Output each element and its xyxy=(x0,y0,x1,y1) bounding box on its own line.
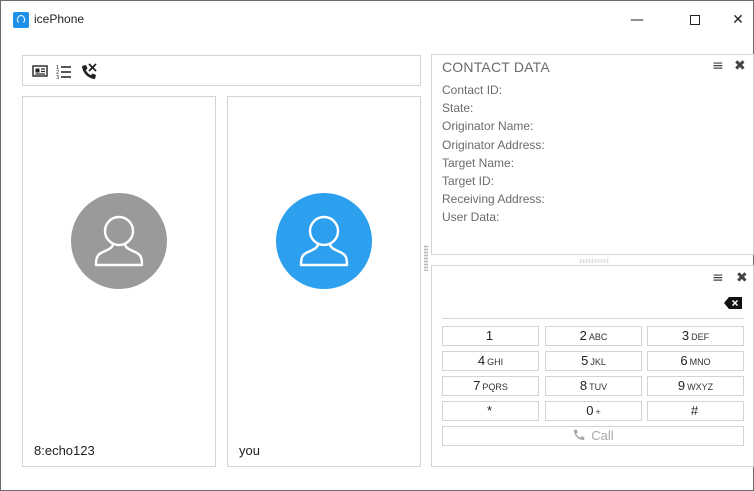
dial-key-4[interactable]: 4 GHI xyxy=(442,351,539,371)
contact-data-panel: CONTACT DATA ≡ ✖ Contact ID: State: Orig… xyxy=(431,54,754,255)
field-user-data: User Data: xyxy=(442,210,500,225)
dial-key-hash[interactable]: # xyxy=(647,401,744,421)
field-state: State: xyxy=(442,101,474,116)
dial-key-6[interactable]: 6 MNO xyxy=(647,351,744,371)
panel-title: CONTACT DATA xyxy=(442,59,550,75)
dial-key-star[interactable]: * xyxy=(442,401,539,421)
person-icon xyxy=(299,215,349,267)
dial-key-2[interactable]: 2 ABC xyxy=(545,326,642,346)
hangup-icon[interactable] xyxy=(79,62,97,80)
avatar xyxy=(276,193,372,289)
dial-input-underline xyxy=(442,318,744,319)
call-label: Call xyxy=(591,428,614,443)
app-window: icePhone — ✕ 1 2 3 8:echo123 you CONTACT… xyxy=(0,0,754,491)
field-originator-name: Originator Name: xyxy=(442,119,534,134)
vertical-splitter-handle[interactable] xyxy=(424,245,428,271)
field-contact-id: Contact ID: xyxy=(442,83,503,97)
contact-field-list: Contact ID: State: Originator Name: Orig… xyxy=(442,81,545,227)
dial-key-9[interactable]: 9 WXYZ xyxy=(647,376,744,396)
dialpad-panel: ≡ ✖ 1 2 ABC 3 DEF 4 GHI 5 JKL 6 MNO 7 PQRS 8 TU… xyxy=(431,265,754,467)
participant-tile-remote[interactable]: 8:echo123 xyxy=(22,96,216,467)
contact-card-icon[interactable] xyxy=(31,62,49,80)
app-title: icePhone xyxy=(34,12,85,26)
person-icon xyxy=(94,215,144,267)
close-icon[interactable]: ✖ xyxy=(736,270,748,286)
field-target-name: Target Name: xyxy=(442,155,515,170)
minimize-button[interactable]: — xyxy=(614,7,660,33)
dial-key-7[interactable]: 7 PQRS xyxy=(442,376,539,396)
maximize-button[interactable] xyxy=(672,7,718,33)
dial-key-1[interactable]: 1 xyxy=(442,326,539,346)
field-receiving-address: Receiving Address: xyxy=(442,192,545,207)
close-button[interactable]: ✕ xyxy=(715,7,754,33)
participant-name: 8:echo123 xyxy=(34,443,95,458)
call-button[interactable]: Call xyxy=(442,426,744,446)
dial-key-5[interactable]: 5 JKL xyxy=(545,351,642,371)
backspace-icon[interactable] xyxy=(724,297,742,309)
call-toolbar: 1 2 3 xyxy=(22,55,421,86)
dial-key-3[interactable]: 3 DEF xyxy=(647,326,744,346)
list-icon[interactable]: 1 2 3 xyxy=(55,62,73,80)
dial-key-8[interactable]: 8 TUV xyxy=(545,376,642,396)
svg-text:3: 3 xyxy=(56,75,59,80)
dial-key-0[interactable]: 0 + xyxy=(545,401,642,421)
title-bar: icePhone — ✕ xyxy=(1,1,753,39)
close-icon[interactable]: ✖ xyxy=(734,58,746,74)
phone-icon xyxy=(574,429,585,441)
avatar xyxy=(71,193,167,289)
menu-icon[interactable]: ≡ xyxy=(712,270,724,286)
menu-icon[interactable]: ≡ xyxy=(712,58,724,74)
participant-name: you xyxy=(239,443,260,458)
field-target-id: Target ID: xyxy=(442,174,495,189)
horizontal-splitter-handle[interactable] xyxy=(579,259,609,263)
headset-icon xyxy=(13,12,29,28)
field-originator-address: Originator Address: xyxy=(442,137,545,152)
participant-tile-self[interactable]: you xyxy=(227,96,421,467)
maximize-icon xyxy=(690,15,700,25)
